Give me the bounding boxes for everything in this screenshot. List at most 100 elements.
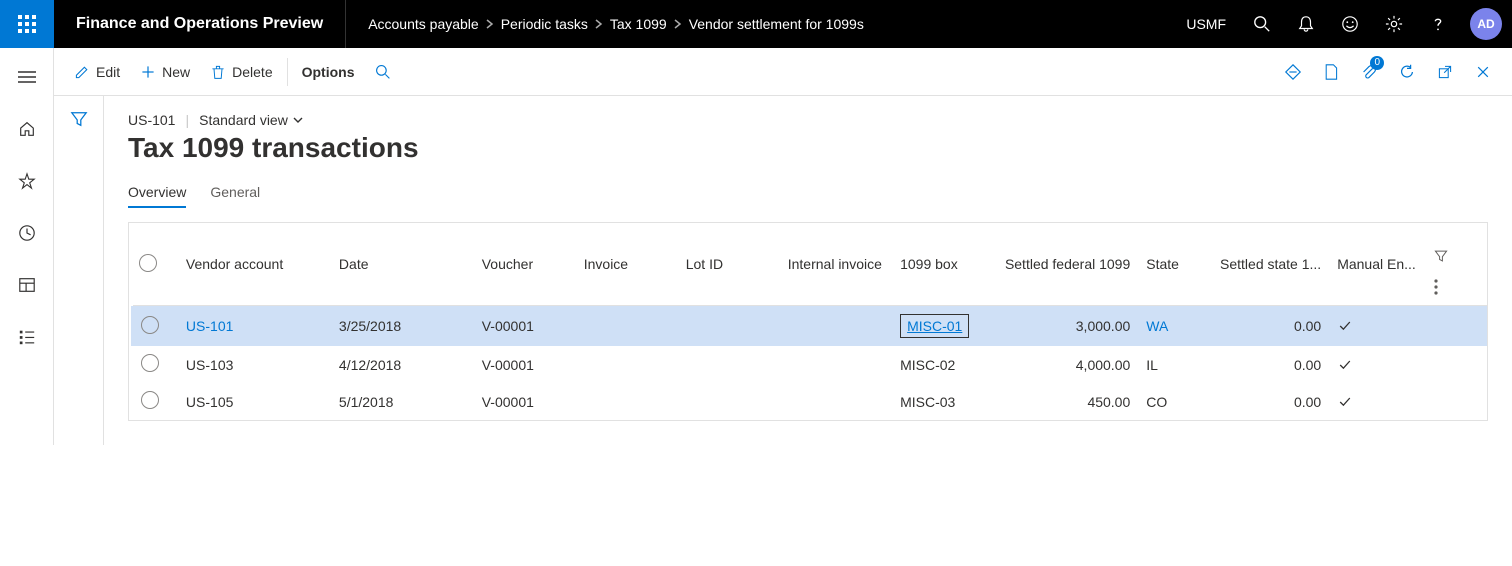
view-picker[interactable]: Standard view (199, 112, 304, 128)
cell-lot[interactable] (678, 346, 780, 383)
legal-entity-label[interactable]: USMF (1172, 16, 1240, 32)
col-invoice[interactable]: Invoice (576, 223, 678, 306)
table-row[interactable]: US-1013/25/2018V-00001 MISC-01 3,000.00WA0… (131, 306, 1487, 347)
row-selector[interactable] (131, 346, 178, 383)
cell-invoice[interactable] (576, 383, 678, 420)
cell-internal[interactable] (780, 346, 892, 383)
attachments-button[interactable]: 0 (1350, 48, 1388, 96)
table-row[interactable]: US-1055/1/2018V-00001 MISC-03 450.00CO0.00 (131, 383, 1487, 420)
cell-internal[interactable] (780, 306, 892, 347)
popout-button[interactable] (1426, 48, 1464, 96)
cell-invoice[interactable] (576, 306, 678, 347)
settings-button[interactable] (1372, 0, 1416, 48)
cell-state[interactable]: WA (1138, 306, 1209, 347)
filter-pane-toggle[interactable] (70, 110, 88, 445)
cell-vendor[interactable]: US-103 (178, 346, 331, 383)
cell-invoice[interactable] (576, 346, 678, 383)
search-button[interactable] (1240, 0, 1284, 48)
close-button[interactable] (1464, 48, 1502, 96)
pin-button[interactable] (1274, 48, 1312, 96)
app-launcher-button[interactable] (0, 0, 54, 48)
user-avatar[interactable]: AD (1470, 8, 1502, 40)
col-fed[interactable]: Settled federal 1099 (994, 223, 1138, 306)
delete-button[interactable]: Delete (200, 48, 282, 96)
search-icon (1253, 15, 1271, 33)
app-title: Finance and Operations Preview (54, 0, 346, 48)
table-row[interactable]: US-1034/12/2018V-00001 MISC-02 4,000.00IL0… (131, 346, 1487, 383)
cell-lot[interactable] (678, 383, 780, 420)
nav-workspaces-button[interactable] (12, 270, 42, 300)
cell-manual[interactable] (1329, 306, 1426, 347)
nav-favorites-button[interactable] (12, 166, 42, 196)
cell-lot[interactable] (678, 306, 780, 347)
clock-icon (18, 224, 36, 242)
cell-vendor[interactable]: US-105 (178, 383, 331, 420)
breadcrumb: Accounts payable Periodic tasks Tax 1099… (346, 16, 1172, 32)
cell-voucher[interactable]: V-00001 (474, 346, 576, 383)
breadcrumb-item[interactable]: Periodic tasks (501, 16, 588, 32)
cell-state[interactable]: CO (1138, 383, 1209, 420)
tab-general[interactable]: General (210, 178, 260, 208)
circle-icon (141, 316, 159, 334)
cell-1099box[interactable]: MISC-01 (900, 314, 969, 338)
tab-overview[interactable]: Overview (128, 178, 186, 208)
nav-recent-button[interactable] (12, 218, 42, 248)
col-manual[interactable]: Manual En... (1329, 223, 1426, 306)
open-office-button[interactable] (1312, 48, 1350, 96)
nav-modules-button[interactable] (12, 322, 42, 352)
edit-button[interactable]: Edit (64, 48, 130, 96)
select-all-header[interactable] (131, 223, 178, 306)
breadcrumb-item[interactable]: Vendor settlement for 1099s (689, 16, 864, 32)
breadcrumb-item[interactable]: Accounts payable (368, 16, 479, 32)
new-label: New (162, 64, 190, 80)
grid-filter-button[interactable] (1434, 249, 1477, 263)
left-nav-rail (0, 48, 54, 445)
nav-home-button[interactable] (12, 114, 42, 144)
feedback-button[interactable] (1328, 0, 1372, 48)
cell-fed[interactable]: 3,000.00 (994, 306, 1138, 347)
row-selector[interactable] (131, 306, 178, 347)
cell-fed[interactable]: 450.00 (994, 383, 1138, 420)
cell-date[interactable]: 5/1/2018 (331, 383, 474, 420)
breadcrumb-item[interactable]: Tax 1099 (610, 16, 667, 32)
action-search-button[interactable] (365, 48, 401, 96)
cell-1099box[interactable]: MISC-03 (900, 394, 955, 410)
col-vendor[interactable]: Vendor account (178, 223, 331, 306)
funnel-icon (1434, 249, 1448, 263)
col-date[interactable]: Date (331, 223, 474, 306)
cell-fed[interactable]: 4,000.00 (994, 346, 1138, 383)
col-internal[interactable]: Internal invoice (780, 223, 892, 306)
cell-internal[interactable] (780, 383, 892, 420)
cell-date[interactable]: 3/25/2018 (331, 306, 474, 347)
cell-sstate[interactable]: 0.00 (1210, 383, 1330, 420)
home-icon (18, 120, 36, 138)
cell-voucher[interactable]: V-00001 (474, 306, 576, 347)
col-lot[interactable]: Lot ID (678, 223, 780, 306)
plus-icon (140, 64, 156, 80)
help-button[interactable] (1416, 0, 1460, 48)
cell-voucher[interactable]: V-00001 (474, 383, 576, 420)
col-voucher[interactable]: Voucher (474, 223, 576, 306)
notifications-button[interactable] (1284, 0, 1328, 48)
new-button[interactable]: New (130, 48, 200, 96)
row-selector[interactable] (131, 383, 178, 420)
options-button[interactable]: Options (292, 48, 365, 96)
grid-more-button[interactable] (1434, 279, 1477, 295)
col-sstate[interactable]: Settled state 1... (1210, 223, 1330, 306)
col-state[interactable]: State (1138, 223, 1209, 306)
refresh-button[interactable] (1388, 48, 1426, 96)
cell-1099box[interactable]: MISC-02 (900, 357, 955, 373)
cell-state[interactable]: IL (1138, 346, 1209, 383)
nav-expand-button[interactable] (12, 62, 42, 92)
cell-sstate[interactable]: 0.00 (1210, 306, 1330, 347)
funnel-icon (70, 110, 88, 128)
chevron-down-icon (292, 114, 304, 126)
cell-manual[interactable] (1329, 383, 1426, 420)
chevron-right-icon (485, 19, 495, 29)
cell-sstate[interactable]: 0.00 (1210, 346, 1330, 383)
cell-date[interactable]: 4/12/2018 (331, 346, 474, 383)
cell-vendor[interactable]: US-101 (178, 306, 331, 347)
page-icon (1323, 63, 1339, 81)
cell-manual[interactable] (1329, 346, 1426, 383)
col-1099box[interactable]: 1099 box (892, 223, 994, 306)
